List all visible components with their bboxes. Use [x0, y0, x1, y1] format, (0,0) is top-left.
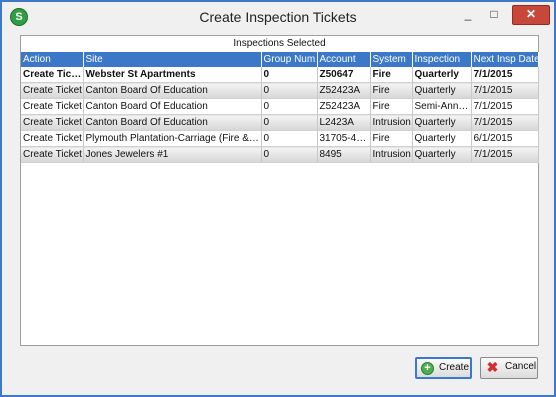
cell-system: Fire — [370, 98, 413, 115]
table-row[interactable]: Create Ticket Webster St Apartments 0 Z5… — [21, 67, 539, 83]
cell-group-num: 0 — [261, 67, 318, 83]
cell-account: Z52423A — [317, 82, 371, 99]
cell-inspection: Quarterly — [412, 130, 472, 147]
table-header-row: Action Site Group Num Account System Ins… — [21, 52, 539, 67]
cell-account: Z50647 — [317, 67, 371, 83]
cell-inspection: Quarterly — [412, 82, 472, 99]
minimize-icon[interactable]: _ — [456, 5, 480, 25]
column-header-site[interactable]: Site — [83, 52, 262, 67]
cell-system: Intrusion — [370, 146, 413, 163]
dialog-window: S Create Inspection Tickets _ □ ✕ Inspec… — [0, 0, 556, 397]
red-x-icon: ✖ — [486, 359, 499, 375]
cell-system: Fire — [370, 130, 413, 147]
cell-site: Canton Board Of Education — [83, 114, 262, 131]
table-row[interactable]: Create Ticket Jones Jewelers #1 0 8495 I… — [21, 146, 539, 163]
inspections-table: Action Site Group Num Account System Ins… — [21, 52, 539, 163]
cell-inspection: Quarterly — [412, 146, 472, 163]
cell-action[interactable]: Create Ticket — [21, 82, 84, 99]
plus-icon: + — [421, 362, 434, 375]
cell-account: 8495 — [317, 146, 371, 163]
cell-group-num: 0 — [261, 98, 318, 115]
cell-account: 31705-4-03 — [317, 130, 371, 147]
cell-group-num: 0 — [261, 146, 318, 163]
table-row[interactable]: Create Ticket Canton Board Of Education … — [21, 82, 539, 99]
cell-site: Canton Board Of Education — [83, 98, 262, 115]
table-row[interactable]: Create Ticket Plymouth Plantation-Carria… — [21, 130, 539, 147]
column-header-account[interactable]: Account — [317, 52, 371, 67]
create-button[interactable]: + Create — [415, 357, 472, 379]
cell-inspection: Semi-Annual — [412, 98, 472, 115]
cell-account: Z52423A — [317, 98, 371, 115]
table-row[interactable]: Create Ticket Canton Board Of Education … — [21, 98, 539, 115]
cell-next-insp-date: 7/1/2015 — [471, 98, 539, 115]
cell-system: Fire — [370, 67, 413, 83]
cell-action[interactable]: Create Ticket — [21, 98, 84, 115]
cell-action[interactable]: Create Ticket — [21, 114, 84, 131]
cell-site: Webster St Apartments — [83, 67, 262, 83]
maximize-icon[interactable]: □ — [482, 5, 506, 25]
cell-account: L2423A — [317, 114, 371, 131]
create-button-label: Create — [439, 362, 470, 373]
cell-site: Jones Jewelers #1 — [83, 146, 262, 163]
cancel-button[interactable]: ✖ Cancel — [480, 357, 538, 379]
inspections-grid: Inspections Selected Action Site Group N… — [20, 35, 539, 346]
column-header-inspection[interactable]: Inspection — [412, 52, 472, 67]
cell-action[interactable]: Create Ticket — [21, 146, 84, 163]
title-bar: S Create Inspection Tickets _ □ ✕ — [2, 2, 554, 32]
cell-group-num: 0 — [261, 114, 318, 131]
cell-inspection: Quarterly — [412, 114, 472, 131]
table-row[interactable]: Create Ticket Canton Board Of Education … — [21, 114, 539, 131]
cell-system: Fire — [370, 82, 413, 99]
column-header-action[interactable]: Action — [21, 52, 84, 67]
cell-next-insp-date: 6/1/2015 — [471, 130, 539, 147]
column-header-system[interactable]: System — [370, 52, 413, 67]
column-header-group-num[interactable]: Group Num — [261, 52, 318, 67]
cancel-button-label: Cancel — [505, 361, 537, 372]
cell-site: Plymouth Plantation-Carriage (Fire & Bur… — [83, 130, 262, 147]
cell-site: Canton Board Of Education — [83, 82, 262, 99]
cell-action[interactable]: Create Ticket — [21, 130, 84, 147]
cell-next-insp-date: 7/1/2015 — [471, 67, 539, 83]
cell-system: Intrusion — [370, 114, 413, 131]
cell-group-num: 0 — [261, 82, 318, 99]
cell-inspection: Quarterly — [412, 67, 472, 83]
cell-group-num: 0 — [261, 130, 318, 147]
close-icon[interactable]: ✕ — [512, 5, 550, 25]
cell-next-insp-date: 7/1/2015 — [471, 82, 539, 99]
grid-caption: Inspections Selected — [233, 38, 326, 49]
cell-next-insp-date: 7/1/2015 — [471, 146, 539, 163]
column-header-next-insp-date[interactable]: Next Insp Date — [471, 52, 539, 67]
cell-action[interactable]: Create Ticket — [21, 67, 84, 83]
cell-next-insp-date: 7/1/2015 — [471, 114, 539, 131]
